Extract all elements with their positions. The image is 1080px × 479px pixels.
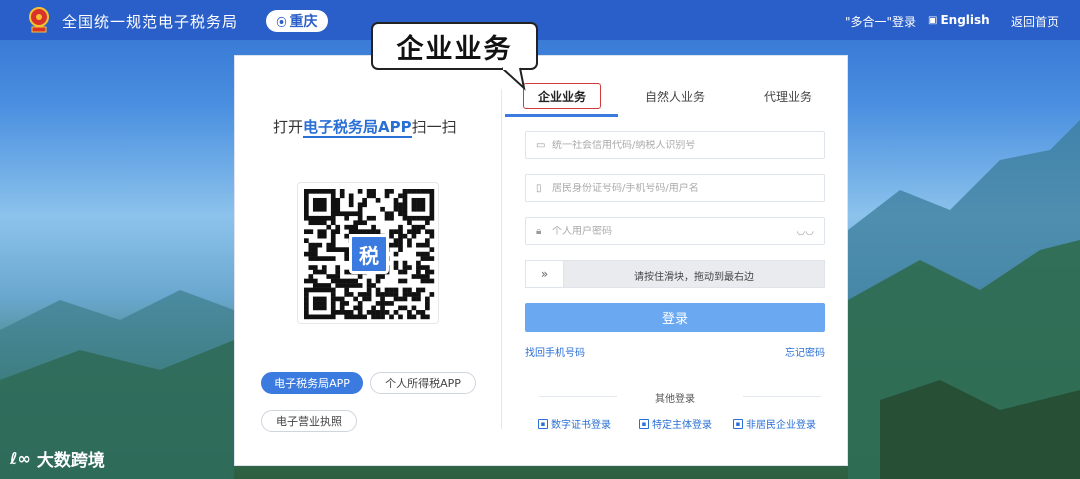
tab-agent[interactable]: 代理业务 (755, 83, 821, 109)
badge-icon: ▪ (639, 418, 649, 429)
tab-enterprise[interactable]: 企业业务 (523, 83, 601, 109)
credit-code-input[interactable] (552, 139, 782, 151)
site-title: 全国统一规范电子税务局 (62, 13, 239, 31)
qr-title-app: 电子税务局APP (303, 118, 412, 138)
tax-app-logo: 税 (349, 234, 389, 274)
double-chevron-right-icon: » (540, 267, 549, 281)
forgot-password-link[interactable]: 忘记密码 (785, 344, 825, 359)
slider-hint: 请按住滑块，拖动到最右边 (634, 272, 754, 283)
eye-closed-icon[interactable]: ◡◡ (797, 226, 814, 237)
location-pin-icon: ⦿ (276, 17, 287, 29)
language-switch[interactable]: ▣ English (928, 13, 990, 27)
national-emblem-icon (29, 7, 49, 33)
other-login-line-right (743, 396, 821, 397)
multi-login-link[interactable]: "多合一"登录 (845, 13, 916, 30)
back-home-link[interactable]: 返回首页 (1011, 13, 1059, 30)
building-icon: ▪ (733, 418, 743, 429)
phone-icon: ▯ (536, 182, 542, 194)
certificate-icon: ▪ (538, 418, 548, 429)
app-option-personal-tax[interactable]: 个人所得税APP (370, 372, 476, 394)
qr-title-suffix: 扫一扫 (411, 118, 457, 136)
watermark-logo-icon: ℓ∞ (10, 449, 31, 468)
account-field[interactable]: ▯ (525, 174, 825, 202)
special-subject-login-link[interactable]: ▪ 特定主体登录 (639, 416, 712, 431)
watermark: ℓ∞ 大数跨境 (10, 446, 105, 471)
qr-code: 税 (297, 182, 439, 324)
panel-divider (501, 89, 502, 429)
special-subject-login-label: 特定主体登录 (652, 420, 712, 431)
slide-verify[interactable]: » 请按住滑块，拖动到最右边 (525, 260, 825, 288)
tab-natural-person[interactable]: 自然人业务 (635, 83, 715, 109)
non-resident-login-label: 非居民企业登录 (746, 420, 816, 431)
callout-pointer (501, 66, 526, 91)
find-phone-link[interactable]: 找回手机号码 (525, 344, 585, 359)
password-input[interactable] (552, 225, 782, 237)
lock-icon: 🔒︎ (536, 225, 542, 237)
cert-login-label: 数字证书登录 (551, 420, 611, 431)
watermark-text: 大数跨境 (36, 451, 105, 471)
qr-scan-title: 打开电子税务局APP扫一扫 (273, 116, 457, 138)
other-login-title: 其他登录 (655, 394, 695, 405)
region-label: 重庆 (289, 14, 318, 30)
region-selector[interactable]: ⦿ 重庆 (266, 10, 328, 32)
other-login-line-left (539, 396, 617, 397)
app-option-business-license[interactable]: 电子营业执照 (261, 410, 357, 432)
top-navigation-bar: 全国统一规范电子税务局 ⦿ 重庆 "多合一"登录 ▣ English 返回首页 (0, 0, 1080, 40)
account-input[interactable] (552, 182, 782, 194)
login-card: 打开电子税务局APP扫一扫 税 电子税务局APP 个人所得税APP 电子营业执照… (234, 55, 848, 466)
app-option-etax[interactable]: 电子税务局APP (261, 372, 363, 394)
password-field[interactable]: 🔒︎ ◡◡ (525, 217, 825, 245)
active-tab-underline (505, 114, 618, 117)
cert-login-link[interactable]: ▪ 数字证书登录 (538, 416, 611, 431)
slider-handle[interactable]: » (526, 261, 564, 287)
language-icon: ▣ (928, 14, 938, 26)
english-label: English (940, 13, 990, 27)
callout-annotation: 企业业务 (371, 22, 538, 70)
id-card-icon: ▭ (536, 139, 546, 151)
login-button[interactable]: 登录 (525, 303, 825, 332)
credit-code-field[interactable]: ▭ (525, 131, 825, 159)
non-resident-login-link[interactable]: ▪ 非居民企业登录 (733, 416, 816, 431)
qr-title-prefix: 打开 (273, 118, 304, 136)
